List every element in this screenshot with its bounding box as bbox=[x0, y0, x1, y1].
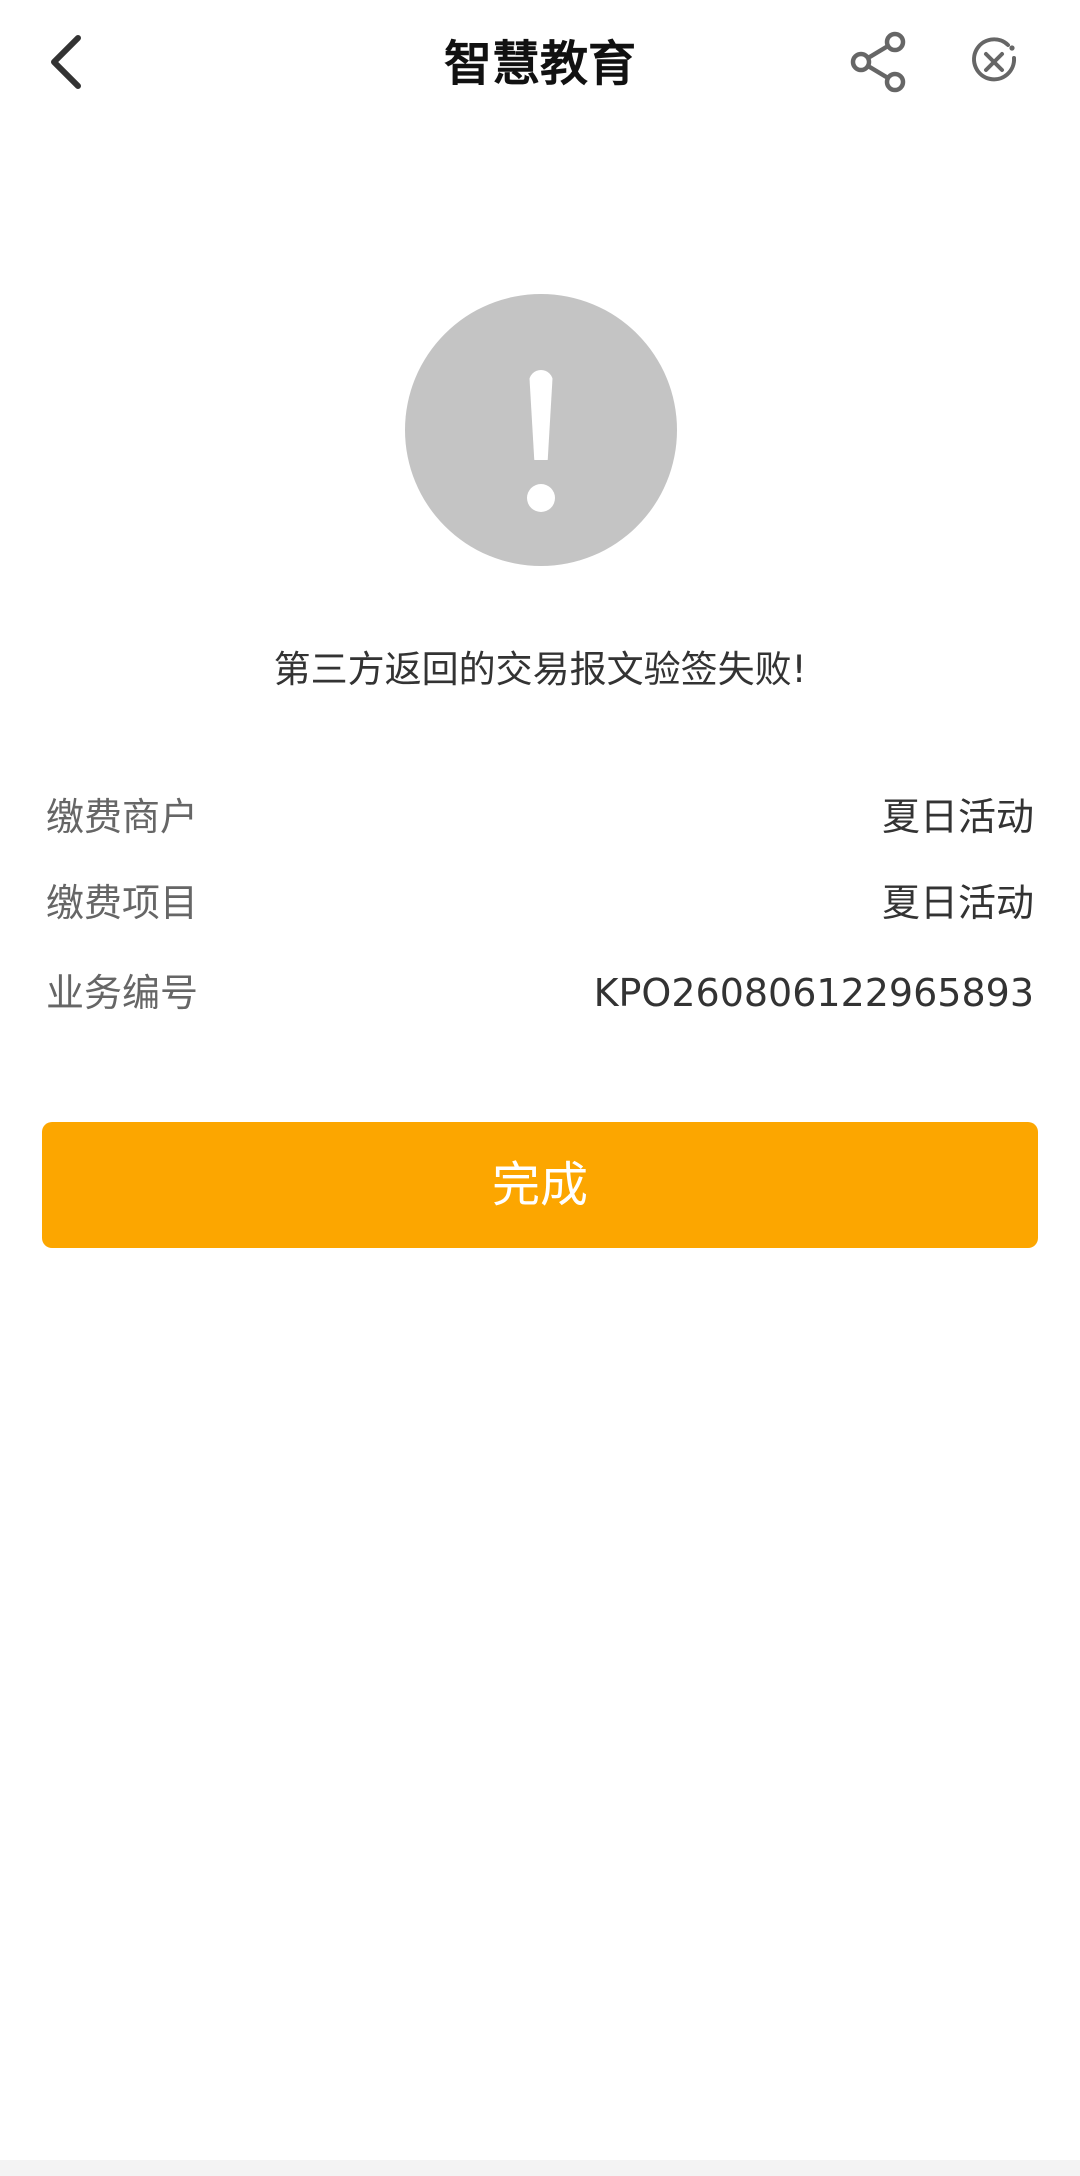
status-message: 第三方返回的交易报文验签失败! bbox=[273, 648, 807, 691]
payment-result-page: 智慧教育 第三方返回的交易报文验签失败! 缴费商户 夏日活动 缴费项目 夏日活动… bbox=[0, 0, 1080, 2176]
detail-value: KPO260806122965893 bbox=[593, 971, 1034, 1015]
detail-value: 夏日活动 bbox=[881, 881, 1034, 925]
detail-label: 缴费商户 bbox=[46, 795, 199, 839]
detail-label: 业务编号 bbox=[46, 971, 199, 1015]
close-circle-icon bbox=[972, 37, 1017, 82]
close-button[interactable] bbox=[964, 32, 1024, 92]
chevron-left-icon bbox=[51, 35, 81, 89]
share-button[interactable] bbox=[846, 28, 912, 96]
exclamation-bar bbox=[529, 370, 553, 460]
detail-row-merchant: 缴费商户 夏日活动 bbox=[46, 782, 1034, 852]
page-title: 智慧教育 bbox=[443, 36, 636, 92]
detail-value: 夏日活动 bbox=[881, 795, 1034, 839]
detail-label: 缴费项目 bbox=[46, 881, 199, 925]
top-bar: 智慧教育 bbox=[0, 0, 1080, 128]
bottom-edge bbox=[0, 2160, 1080, 2176]
detail-row-item: 缴费项目 夏日活动 bbox=[46, 868, 1034, 938]
exclamation-icon bbox=[405, 294, 677, 566]
done-button[interactable]: 完成 bbox=[42, 1122, 1038, 1248]
back-button[interactable] bbox=[36, 26, 96, 98]
detail-row-business-number: 业务编号 KPO260806122965893 bbox=[46, 958, 1034, 1028]
share-icon bbox=[850, 31, 906, 93]
exclamation-dot bbox=[527, 484, 555, 512]
